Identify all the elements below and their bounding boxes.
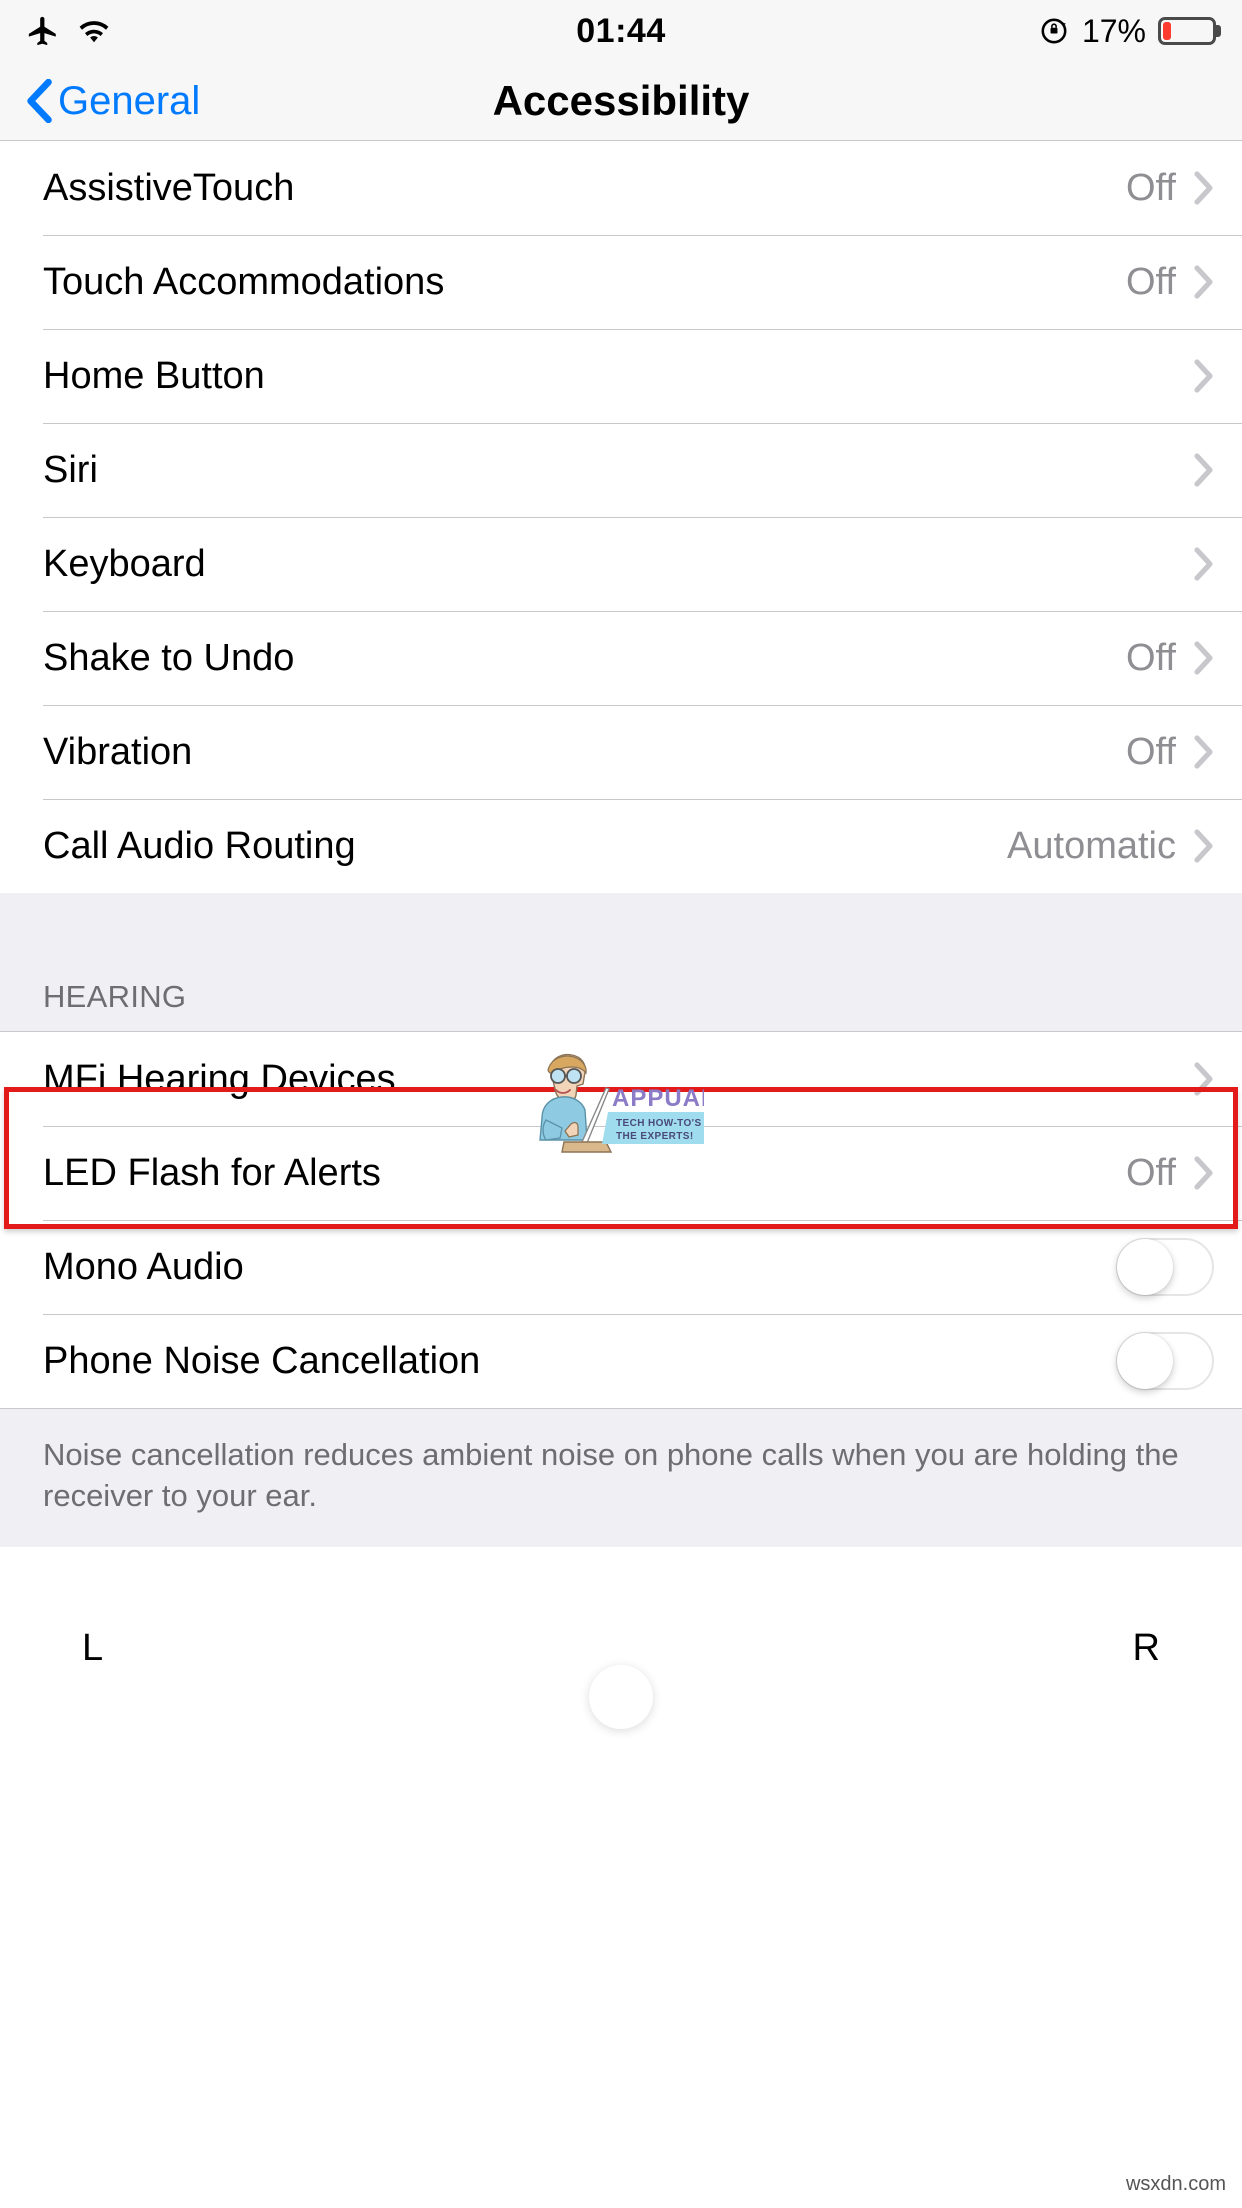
row-shake-to-undo[interactable]: Shake to Undo Off: [0, 611, 1242, 705]
row-label: MFi Hearing Devices: [43, 1057, 396, 1100]
row-value: Off: [1126, 636, 1176, 679]
row-accessory: Off: [1126, 167, 1214, 210]
chevron-right-icon: [1194, 547, 1213, 581]
row-label: Mono Audio: [43, 1245, 244, 1288]
chevron-right-icon: [1194, 359, 1213, 393]
row-value: Off: [1126, 260, 1176, 303]
row-value: Off: [1126, 166, 1176, 209]
row-accessory: [1176, 359, 1214, 393]
row-label: Shake to Undo: [43, 636, 295, 679]
row-label: Keyboard: [43, 542, 206, 585]
section-header-hearing: HEARING: [0, 979, 1242, 1032]
row-accessory: [1116, 1238, 1214, 1296]
hearing-settings-group: MFi Hearing Devices LED Flash for Alerts…: [0, 1032, 1242, 1408]
toggle-knob: [1117, 1239, 1173, 1295]
battery-percent-label: 17%: [1081, 12, 1146, 49]
row-accessory: Off: [1126, 731, 1214, 774]
row-label: Phone Noise Cancellation: [43, 1339, 481, 1382]
row-accessory: [1176, 1062, 1214, 1096]
audio-balance-slider[interactable]: L R: [0, 1546, 1242, 1729]
row-accessory: Off: [1126, 637, 1214, 680]
row-siri[interactable]: Siri: [0, 423, 1242, 517]
battery-icon: [1158, 17, 1216, 45]
row-label: Vibration: [43, 730, 193, 773]
balance-right-label: R: [1132, 1627, 1160, 1670]
back-button-general[interactable]: General: [0, 79, 200, 124]
chevron-right-icon: [1194, 1156, 1213, 1190]
status-bar-right: 17%: [1038, 13, 1216, 50]
row-label: AssistiveTouch: [43, 166, 295, 209]
balance-slider-knob[interactable]: [589, 1664, 653, 1729]
status-bar: 01:44 17%: [0, 0, 1242, 62]
row-assistivetouch[interactable]: AssistiveTouch Off: [0, 141, 1242, 235]
row-label: Home Button: [43, 354, 265, 397]
row-label: Siri: [43, 448, 98, 491]
row-vibration[interactable]: Vibration Off: [0, 705, 1242, 799]
wsxdn-watermark: wsxdn.com: [1125, 2173, 1226, 2195]
chevron-right-icon: [1194, 453, 1213, 487]
row-mfi-hearing-devices[interactable]: MFi Hearing Devices: [0, 1032, 1242, 1126]
row-label: Call Audio Routing: [43, 824, 356, 867]
row-value: Off: [1126, 730, 1176, 773]
wifi-icon: [76, 17, 112, 45]
airplane-icon: [26, 14, 60, 48]
chevron-right-icon: [1194, 641, 1213, 675]
toggle-knob: [1117, 1333, 1173, 1389]
navigation-bar: General Accessibility: [0, 62, 1242, 141]
row-touch-accommodations[interactable]: Touch Accommodations Off: [0, 235, 1242, 329]
rotation-lock-icon: [1038, 15, 1070, 47]
row-accessory: [1176, 453, 1214, 487]
chevron-right-icon: [1194, 1062, 1213, 1096]
row-call-audio-routing[interactable]: Call Audio Routing Automatic: [0, 799, 1242, 893]
chevron-right-icon: [1194, 171, 1213, 205]
row-led-flash-for-alerts[interactable]: LED Flash for Alerts Off: [0, 1126, 1242, 1220]
section-footer-noise-cancellation: Noise cancellation reduces ambient noise…: [0, 1408, 1242, 1547]
row-mono-audio[interactable]: Mono Audio: [0, 1220, 1242, 1314]
row-accessory: Automatic: [1007, 825, 1214, 868]
row-value: Automatic: [1007, 824, 1176, 867]
chevron-right-icon: [1194, 735, 1213, 769]
iphone-screen: 01:44 17% General Accessibility Assistiv…: [0, 0, 1242, 2208]
chevron-left-icon: [27, 79, 52, 123]
row-label: LED Flash for Alerts: [43, 1151, 381, 1194]
chevron-right-icon: [1194, 829, 1213, 863]
status-bar-left: [26, 14, 112, 48]
row-accessory: [1116, 1332, 1214, 1390]
mono-audio-toggle[interactable]: [1116, 1238, 1214, 1296]
row-keyboard[interactable]: Keyboard: [0, 517, 1242, 611]
chevron-right-icon: [1194, 265, 1213, 299]
row-home-button[interactable]: Home Button: [0, 329, 1242, 423]
row-accessory: [1176, 547, 1214, 581]
battery-fill: [1163, 22, 1172, 40]
section-gap: [0, 893, 1242, 979]
balance-left-label: L: [82, 1627, 104, 1670]
phone-noise-cancellation-toggle[interactable]: [1116, 1332, 1214, 1390]
row-label: Touch Accommodations: [43, 260, 445, 303]
row-accessory: Off: [1126, 1152, 1214, 1195]
row-value: Off: [1126, 1151, 1176, 1194]
back-button-label: General: [58, 78, 201, 123]
row-accessory: Off: [1126, 261, 1214, 304]
interaction-settings-group: AssistiveTouch Off Touch Accommodations …: [0, 141, 1242, 893]
row-phone-noise-cancellation[interactable]: Phone Noise Cancellation: [0, 1314, 1242, 1408]
